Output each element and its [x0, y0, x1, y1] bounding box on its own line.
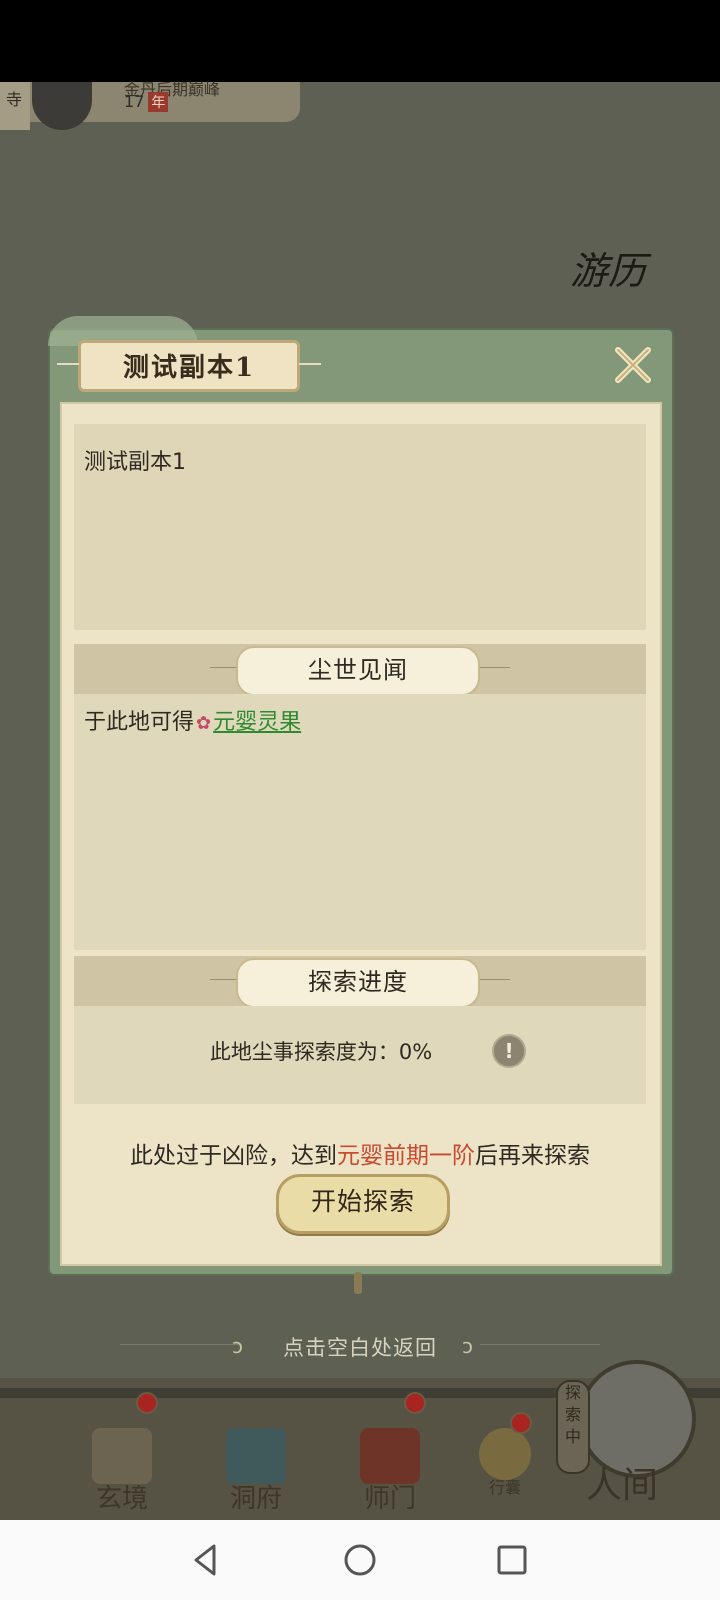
required-realm: 元婴前期一阶	[337, 1143, 475, 1169]
reward-item-link[interactable]: 元婴灵果	[213, 710, 301, 735]
system-nav-bar	[0, 1520, 720, 1600]
dialog-title-plate: 测试副本1	[57, 340, 321, 392]
recents-icon[interactable]	[490, 1538, 534, 1582]
nav-item-dongfu[interactable]: 洞府	[206, 1428, 306, 1518]
nav-label: 玄境	[95, 1484, 148, 1514]
youli-button[interactable]: 游历	[570, 240, 680, 330]
renjian-label: 人间	[586, 1465, 659, 1506]
nav-label: 行囊	[488, 1478, 521, 1497]
notification-dot	[510, 1412, 532, 1434]
banner-icon	[360, 1428, 420, 1484]
pavilion-icon	[226, 1428, 286, 1484]
close-hint-text: 点击空白处返回	[283, 1336, 437, 1360]
dialog-title: 测试副本1	[122, 353, 256, 383]
nav-label: 师门	[363, 1484, 416, 1514]
nav-label: 洞府	[229, 1484, 282, 1514]
profile-years: 17 年	[124, 92, 169, 112]
dungeon-description: 测试副本1	[84, 450, 186, 475]
scroll-icon	[92, 1428, 152, 1484]
reward-info: 于此地可得 ✿元婴灵果	[84, 710, 302, 735]
nav-item-xingnang[interactable]: 行囊	[460, 1428, 550, 1518]
progress-section-title: 探索进度	[236, 958, 480, 1008]
close-hint[interactable]: ↄ ↄ 点击空白处返回	[0, 1324, 720, 1364]
home-icon[interactable]	[338, 1538, 382, 1582]
nav-item-shimen[interactable]: 师门	[340, 1428, 440, 1518]
status-bar	[0, 0, 720, 82]
requirement-warning: 此处过于凶险，达到元婴前期一阶后再来探索	[130, 1143, 590, 1169]
temple-label: 寺	[6, 90, 23, 109]
close-icon[interactable]	[610, 342, 656, 388]
notification-dot	[136, 1392, 158, 1414]
nav-item-xuanjing[interactable]: 玄境	[72, 1428, 172, 1518]
tassel-deco	[354, 1272, 362, 1294]
notification-dot	[404, 1392, 426, 1414]
year-badge: 年	[148, 92, 169, 112]
youli-label: 游历	[570, 249, 647, 293]
explore-status-tag: 探索中	[556, 1380, 590, 1474]
bag-icon	[479, 1428, 531, 1480]
temple-tag: 寺	[0, 82, 30, 130]
info-icon[interactable]: !	[492, 1034, 526, 1068]
exploration-progress: 此地尘事探索度为：0%	[209, 1040, 433, 1064]
flower-icon: ✿	[196, 712, 212, 734]
back-icon[interactable]	[184, 1538, 228, 1582]
start-explore-button[interactable]: 开始探索	[276, 1174, 450, 1234]
rewards-section-title: 尘世见闻	[236, 646, 480, 696]
